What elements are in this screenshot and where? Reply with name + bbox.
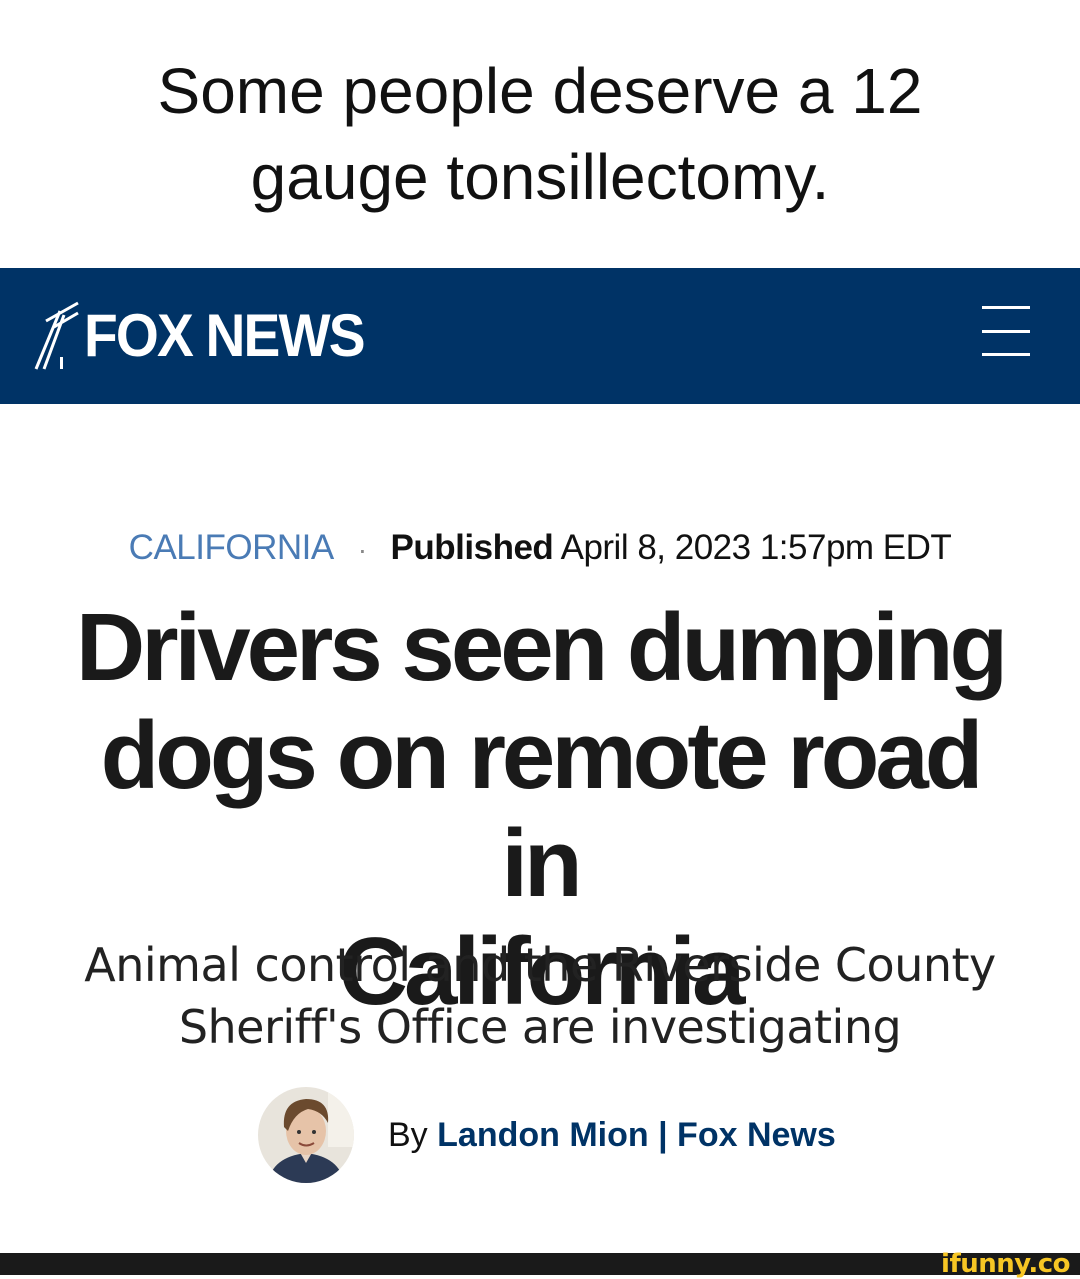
published-label: Published <box>390 528 554 567</box>
category-link[interactable]: CALIFORNIA <box>129 528 335 567</box>
menu-line <box>982 306 1030 309</box>
fox-news-logo[interactable]: FOX NEWS <box>34 298 388 374</box>
article-subheadline: Animal control and the Riverside County … <box>80 934 1000 1058</box>
author-photo-icon <box>258 1087 354 1183</box>
site-header: FOX NEWS <box>0 268 1080 404</box>
published-date: April 8, 2023 1:57pm EDT <box>560 528 952 567</box>
subhead-line-1: Animal control and the Riverside County <box>84 938 996 992</box>
caption-line-2: gauge tonsillectomy. <box>250 141 830 213</box>
hamburger-menu-icon[interactable] <box>982 306 1034 356</box>
subhead-line-2: Sheriff's Office are investigating <box>178 1000 902 1054</box>
headline-line-1: Drivers seen dumping <box>75 594 1008 701</box>
menu-line <box>982 353 1030 356</box>
menu-line <box>982 329 1030 333</box>
fox-news-wordmark: FOX NEWS <box>84 302 366 369</box>
author-link[interactable]: Landon Mion | Fox News <box>437 1116 836 1154</box>
article-byline: By Landon Mion | Fox News <box>258 1086 836 1184</box>
headline-line-2: dogs on remote road in <box>100 702 984 917</box>
watermark-bar <box>0 1253 1080 1275</box>
author-avatar[interactable] <box>258 1087 354 1183</box>
meme-caption: Some people deserve a 12 gauge tonsillec… <box>0 48 1080 220</box>
caption-line-1: Some people deserve a 12 <box>157 55 923 127</box>
byline-prefix: By <box>388 1115 428 1154</box>
fox-searchlight-icon <box>34 301 79 370</box>
meta-separator: · <box>357 534 367 565</box>
article-meta: CALIFORNIA · Published April 8, 2023 1:57p… <box>0 524 1080 574</box>
byline-text: By Landon Mion | Fox News <box>388 1116 836 1155</box>
